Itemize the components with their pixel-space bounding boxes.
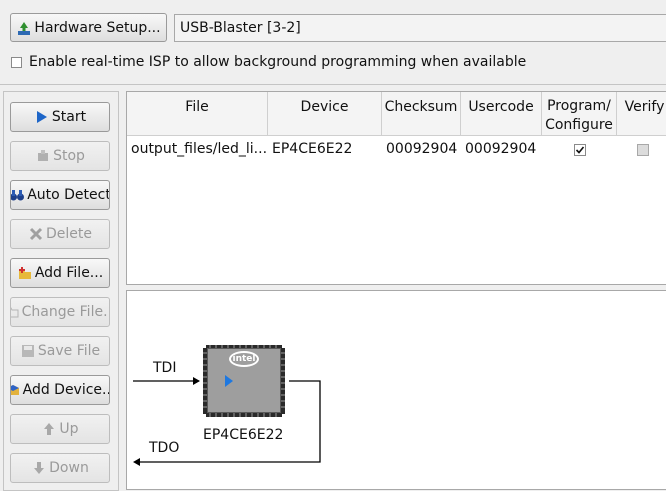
down-label: Down [49,460,89,476]
start-button[interactable]: Start [10,102,110,132]
header-file-label: File [185,99,209,115]
header-usercode-label: Usercode [468,99,534,115]
table-row[interactable]: output_files/led_li... EP4CE6E22 0009290… [127,136,666,162]
arrow-down-icon [31,460,47,476]
fpga-chip[interactable]: intel [207,348,281,413]
change-file-label: Change File... [21,304,110,320]
change-file-icon [11,304,20,320]
delete-label: Delete [46,226,92,242]
device-table: File Device Checksum Usercode Program/ C… [126,91,666,285]
header-checksum[interactable]: Checksum [382,92,461,136]
tdi-label: TDI [153,360,177,376]
header-program-label: Program/ [547,98,611,114]
up-label: Up [59,421,79,437]
header-device[interactable]: Device [268,92,382,136]
add-device-label: Add Device... [22,382,110,398]
stop-icon [35,148,51,164]
isp-label: Enable real-time ISP to allow background… [29,54,527,70]
add-file-button[interactable]: Add File... [10,258,110,288]
stop-label: Stop [53,148,85,164]
add-device-button[interactable]: Add Device... [10,375,110,405]
add-file-icon [17,265,33,281]
isp-checkbox[interactable] [11,56,22,68]
play-icon [34,109,50,125]
save-file-label: Save File [37,343,101,359]
hardware-icon [16,20,32,36]
start-label: Start [51,109,87,125]
isp-option[interactable]: Enable real-time ISP to allow background… [11,54,526,70]
row-usercode-cell: 00092904 [465,141,537,157]
hardware-setup-button[interactable]: Hardware Setup... [10,13,167,42]
header-file[interactable]: File [127,92,268,136]
row-checksum-cell: 00092904 [386,141,458,157]
intel-logo: intel [229,351,259,367]
auto-detect-button[interactable]: Auto Detect [10,180,110,210]
save-file-button[interactable]: Save File [10,336,110,366]
up-button[interactable]: Up [10,414,110,444]
chip-name-label: EP4CE6E22 [203,427,284,443]
verify-checkbox[interactable] [637,144,649,156]
add-file-label: Add File... [34,265,104,281]
hardware-select[interactable]: USB-Blaster [3-2] [174,14,666,42]
header-checksum-label: Checksum [384,99,458,115]
header-verify-label: Verify [624,99,665,115]
delete-icon [28,226,44,242]
tdo-label: TDO [149,440,180,456]
header-device-label: Device [300,99,349,115]
top-divider [0,84,666,85]
auto-detect-label: Auto Detect [27,187,110,203]
change-file-button[interactable]: Change File... [10,297,110,327]
row-file-cell: output_files/led_li... [131,141,268,157]
stop-button[interactable]: Stop [10,141,110,171]
program-checkbox[interactable] [574,144,586,156]
header-program-configure[interactable]: Program/ Configure [542,92,617,136]
header-configure-label: Configure [545,117,613,133]
hardware-setup-label: Hardware Setup... [34,19,161,36]
delete-button[interactable]: Delete [10,219,110,249]
chip-arrow-icon [225,375,233,387]
checkmark-icon [575,146,585,154]
arrow-up-icon [41,421,57,437]
header-usercode[interactable]: Usercode [461,92,542,136]
jtag-chain-diagram: intel TDI TDO EP4CE6E22 [126,290,666,490]
header-verify[interactable]: Verify [617,92,666,136]
row-device-cell: EP4CE6E22 [272,141,353,157]
binoculars-icon [11,187,25,203]
intel-logo-text: intel [232,354,256,364]
save-icon [20,343,36,359]
add-device-icon [11,382,21,398]
